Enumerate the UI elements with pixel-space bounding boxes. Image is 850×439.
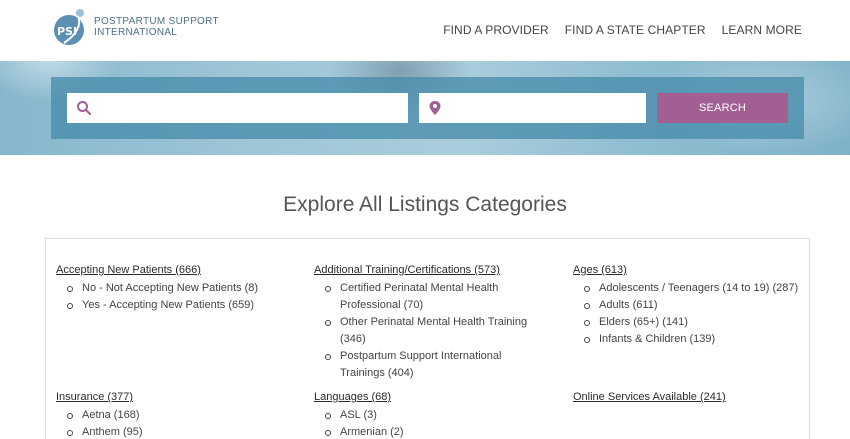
list-item[interactable]: Armenian (2) — [314, 424, 564, 439]
psi-logo-icon: PSI — [52, 5, 90, 49]
category-list: ASL (3) Armenian (2) — [314, 407, 564, 439]
map-pin-icon — [428, 100, 442, 121]
list-item[interactable]: No - Not Accepting New Patients (8) — [56, 280, 306, 297]
list-item[interactable]: ASL (3) — [314, 407, 564, 424]
category-heading[interactable]: Additional Training/Certifications (573) — [314, 264, 500, 276]
search-icon — [76, 100, 92, 121]
category-ages: Ages (613) Adolescents / Teenagers (14 t… — [573, 260, 823, 348]
list-item[interactable]: Elders (65+) (141) — [573, 314, 823, 331]
list-item[interactable]: Infants & Children (139) — [573, 331, 823, 348]
category-heading[interactable]: Languages (68) — [314, 391, 391, 403]
category-online-services: Online Services Available (241) — [573, 387, 823, 405]
category-heading[interactable]: Insurance (377) — [56, 391, 133, 403]
list-item[interactable]: Other Perinatal Mental Health Training (… — [314, 314, 536, 348]
category-list: Aetna (168) Anthem (95) — [56, 407, 306, 439]
category-heading[interactable]: Accepting New Patients (666) — [56, 264, 201, 276]
hero-banner: SEARCH — [0, 61, 850, 155]
location-search-field[interactable] — [419, 93, 646, 123]
categories-panel: Accepting New Patients (666) No - Not Ac… — [45, 238, 810, 439]
main-nav: FIND A PROVIDER FIND A STATE CHAPTER LEA… — [443, 23, 802, 37]
category-heading[interactable]: Online Services Available (241) — [573, 391, 726, 403]
category-list: No - Not Accepting New Patients (8) Yes … — [56, 280, 306, 314]
page-title: Explore All Listings Categories — [283, 193, 567, 216]
logo-text: POSTPARTUM SUPPORT INTERNATIONAL — [94, 16, 219, 38]
list-item[interactable]: Postpartum Support International Trainin… — [314, 348, 536, 382]
list-item[interactable]: Adolescents / Teenagers (14 to 19) (287) — [573, 280, 823, 297]
list-item[interactable]: Anthem (95) — [56, 424, 306, 439]
list-item[interactable]: Certified Perinatal Mental Health Profes… — [314, 280, 536, 314]
site-header: PSI POSTPARTUM SUPPORT INTERNATIONAL FIN… — [0, 0, 850, 61]
svg-text:PSI: PSI — [57, 25, 77, 38]
category-languages: Languages (68) ASL (3) Armenian (2) — [314, 387, 564, 439]
category-list: Certified Perinatal Mental Health Profes… — [314, 280, 536, 382]
logo-line-2: INTERNATIONAL — [94, 27, 178, 38]
category-insurance: Insurance (377) Aetna (168) Anthem (95) — [56, 387, 306, 439]
category-list: Adolescents / Teenagers (14 to 19) (287)… — [573, 280, 823, 348]
category-heading[interactable]: Ages (613) — [573, 264, 627, 276]
list-item[interactable]: Adults (611) — [573, 297, 823, 314]
list-item[interactable]: Aetna (168) — [56, 407, 306, 424]
logo-line-1: POSTPARTUM SUPPORT — [94, 16, 219, 27]
keyword-search-field[interactable] — [67, 93, 408, 123]
nav-find-state-chapter[interactable]: FIND A STATE CHAPTER — [565, 23, 706, 37]
keyword-search-input[interactable] — [67, 93, 408, 123]
psi-logo[interactable]: PSI POSTPARTUM SUPPORT INTERNATIONAL — [52, 5, 219, 49]
list-item[interactable]: Yes - Accepting New Patients (659) — [56, 297, 306, 314]
search-panel: SEARCH — [51, 77, 804, 139]
nav-learn-more[interactable]: LEARN MORE — [722, 23, 802, 37]
nav-find-provider[interactable]: FIND A PROVIDER — [443, 23, 549, 37]
search-button[interactable]: SEARCH — [657, 93, 788, 123]
location-search-input[interactable] — [419, 93, 646, 123]
category-additional-training: Additional Training/Certifications (573)… — [314, 260, 536, 382]
category-accepting-new-patients: Accepting New Patients (666) No - Not Ac… — [56, 260, 306, 314]
